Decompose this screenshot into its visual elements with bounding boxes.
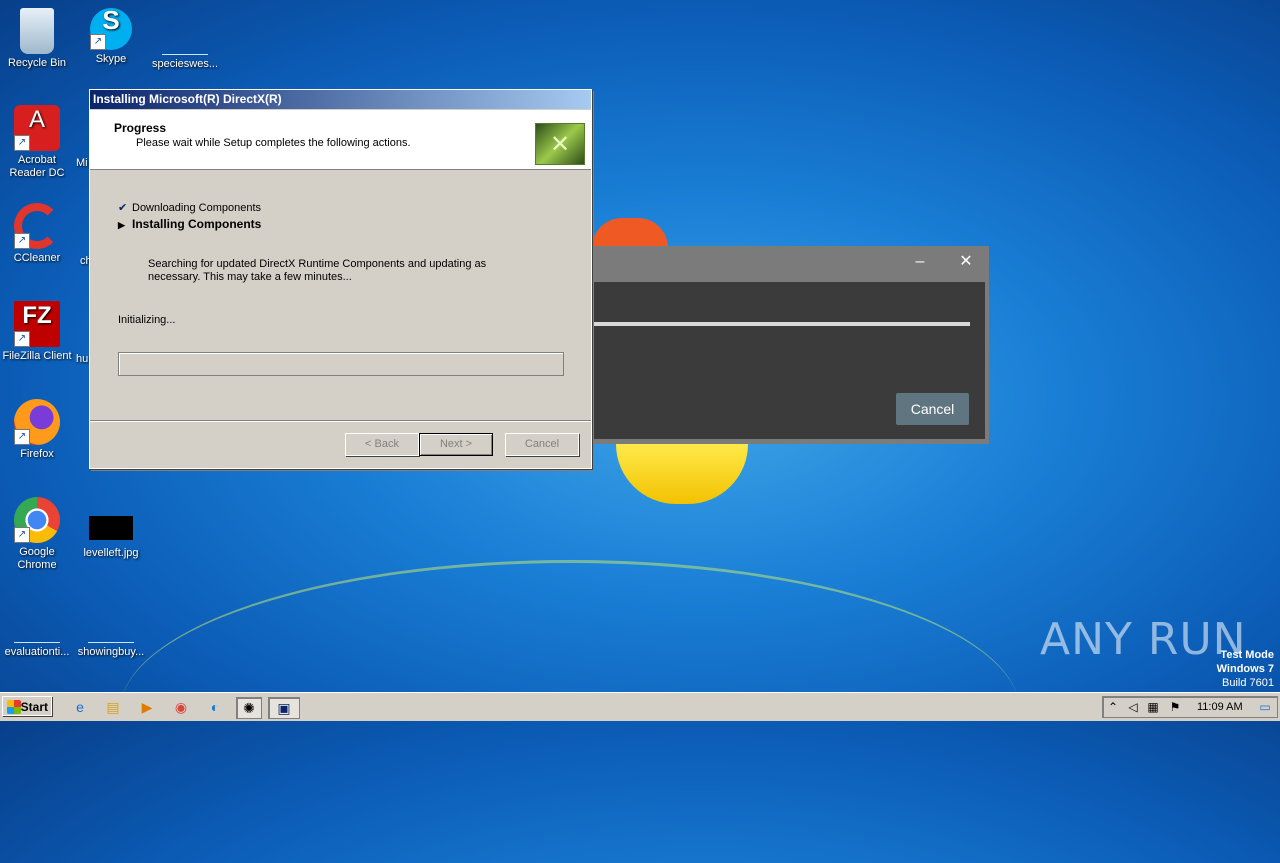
desktop-icon-label: Firefox [20,448,54,460]
step-installing: ▶ Installing Components [118,217,261,231]
clock[interactable]: 11:09 AM [1197,697,1243,717]
cancel-button[interactable]: Cancel [505,433,579,456]
file-icon [14,596,60,643]
desktop-icon-label: Acrobat Reader DC [9,154,65,179]
test-mode-notice: Test Mode Windows 7 Build 7601 [1217,648,1274,690]
shortcut-arrow-icon: ↗ [14,135,30,151]
desktop-icon-label-partial: Mi [76,157,88,169]
explorer-icon[interactable]: ▤ [101,697,125,717]
shortcut-arrow-icon: ↗ [14,527,30,543]
close-button[interactable]: ✕ [946,246,986,277]
filezilla-icon: FZ ↗ [14,301,60,347]
desktop-icon-filezilla[interactable]: FZ ↗ FileZilla Client [0,301,74,363]
flag-icon[interactable]: ⚑ [1167,697,1183,717]
dark-progress-fill [592,322,970,326]
status-text: Initializing... [118,314,176,326]
show-hidden-icons-icon[interactable]: ⌃ [1105,697,1121,717]
test-mode-line: Test Mode [1220,649,1274,661]
network-icon[interactable]: ▦ [1145,697,1161,717]
wallpaper-logo-red [592,218,668,248]
dark-progress-dialog: – ✕ Cancel [590,246,989,444]
start-label: Start [20,700,48,714]
shortcut-arrow-icon: ↗ [90,34,106,50]
dark-cancel-button[interactable]: Cancel [896,393,969,425]
desktop-icon-label: CCleaner [13,252,61,264]
desktop-icon-label: specieswes... [151,58,219,70]
shortcut-arrow-icon: ↗ [14,233,30,249]
header-subtitle: Please wait while Setup completes the fo… [136,137,411,149]
dark-dialog-titlebar[interactable]: – ✕ [590,246,989,277]
minimize-button[interactable]: – [900,246,940,277]
step-description: Searching for updated DirectX Runtime Co… [148,258,487,283]
desktop-icon-label: Recycle Bin [7,57,67,69]
desktop-icon-recycle-bin[interactable]: Recycle Bin [0,8,74,70]
ccleaner-icon: ↗ [14,203,60,249]
media-player-icon[interactable]: ▶ [135,697,159,717]
desktop-icon-levelleft[interactable]: levelleft.jpg [74,516,148,560]
os-name-line: Windows 7 [1216,663,1274,675]
edge-icon[interactable]: ◐ [203,697,227,717]
chrome-icon: ↗ [14,497,60,543]
back-button[interactable]: < Back [345,433,419,456]
show-desktop-icon[interactable]: ▭ [1257,697,1273,717]
dialog-title[interactable]: Installing Microsoft(R) DirectX(R) [90,90,591,109]
desktop-icon-showingbuy[interactable]: showingbuy... [74,596,148,659]
divider [90,420,591,422]
directx-logo-icon: ✕ [535,123,585,165]
acrobat-icon: A ↗ [14,105,60,151]
install-progress-bar [118,352,564,376]
step-label: Installing Components [132,217,262,231]
firefox-icon: ↗ [14,399,60,445]
shortcut-arrow-icon: ↗ [14,331,30,347]
shortcut-arrow-icon: ↗ [14,429,30,445]
file-icon [88,596,134,643]
app-icon[interactable]: ✺ [236,697,262,719]
dark-dialog-body: Cancel [592,282,985,439]
desktop-icon-label: FileZilla Client [2,350,72,362]
desktop-icon-label: showingbuy... [77,646,145,658]
desktop-icon-label: Google Chrome [17,546,57,571]
system-tray: ⌃ ◁ ▦ ⚑ 11:09 AM ▭ [1102,696,1278,718]
dark-progress-bar [592,322,970,326]
desktop-icon-chrome[interactable]: ↗ Google Chrome [0,497,74,572]
desktop-icon-ccleaner[interactable]: ↗ CCleaner [0,203,74,265]
step-label: Downloading Components [132,202,262,214]
start-button[interactable]: Start [2,696,52,716]
desktop-icon-label: evaluationti... [4,646,70,658]
desktop-icon-acrobat[interactable]: A ↗ Acrobat Reader DC [0,105,74,180]
dialog-header: Progress Please wait while Setup complet… [90,110,591,170]
desktop-icon-label: levelleft.jpg [83,547,139,559]
image-file-icon [89,516,133,540]
desktop-icon-firefox[interactable]: ↗ Firefox [0,399,74,461]
anyrun-watermark: ANY RUN [1040,614,1247,665]
volume-icon[interactable]: ◁ [1125,697,1141,717]
taskbar: Start e ▤ ▶ ◉ ◐ ✺ ▣ ⌃ ◁ ▦ ⚑ 11:09 AM ▭ [0,692,1280,721]
directx-installer-dialog: Installing Microsoft(R) DirectX(R) Progr… [89,89,592,469]
desktop-icon-evaluation[interactable]: evaluationti... [0,596,74,659]
check-icon: ✔ [118,202,128,214]
skype-icon: S ↗ [90,7,132,50]
file-icon [162,8,208,55]
header-title: Progress [114,121,167,135]
directx-setup-icon[interactable]: ▣ [268,697,300,719]
chrome-icon[interactable]: ◉ [169,697,193,717]
desktop-icon-label-partial: hu [76,353,89,365]
desktop-icon-file[interactable]: specieswes... [148,8,222,71]
recycle-bin-icon [20,8,54,54]
windows-logo-icon [7,700,21,714]
step-downloading: ✔ Downloading Components [118,201,261,214]
desktop-icon-label: Skype [95,53,127,65]
ie-icon[interactable]: e [68,697,92,717]
build-line: Build 7601 [1222,677,1274,689]
next-button[interactable]: Next > [419,433,493,456]
desktop-icon-skype[interactable]: S ↗ Skype [74,7,148,66]
arrow-right-icon: ▶ [118,220,125,230]
wallpaper-logo-yellow [616,444,748,504]
